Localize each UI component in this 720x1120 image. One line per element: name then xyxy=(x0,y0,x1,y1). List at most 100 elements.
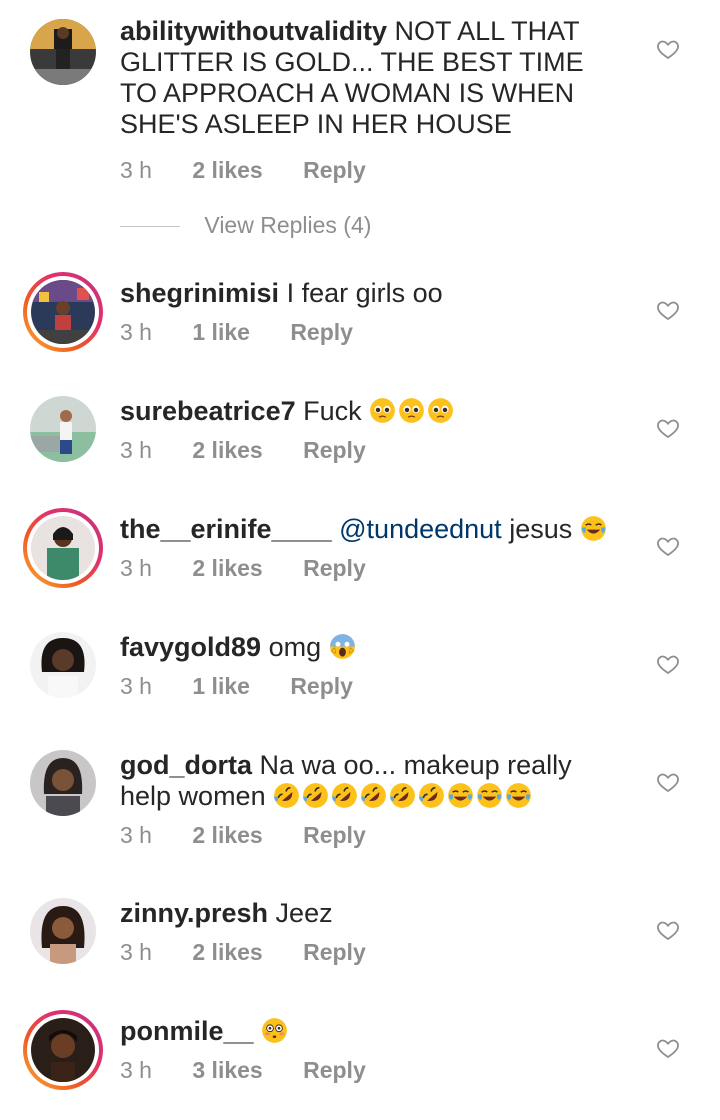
comment-message: jesus xyxy=(509,514,573,544)
comment-message: Jeez xyxy=(275,898,333,928)
avatar-photo xyxy=(31,516,95,580)
pleading-face-emoji-icon xyxy=(428,398,454,423)
avatar-photo xyxy=(30,632,96,698)
screaming-face-emoji-icon xyxy=(329,634,355,659)
comment-meta: 3 h 2 likes Reply xyxy=(120,156,620,184)
heart-icon[interactable] xyxy=(656,652,680,676)
comment-meta: 3 h 2 likes Reply xyxy=(120,821,620,849)
timestamp: 3 h xyxy=(120,157,152,183)
comment-body: the__erinife____ @tundeednut jesus 3 h 2… xyxy=(120,514,620,582)
rolling-laughing-emoji-icon xyxy=(390,783,415,808)
avatar[interactable] xyxy=(23,1010,103,1090)
heart-icon[interactable] xyxy=(656,918,680,942)
heart-icon[interactable] xyxy=(656,416,680,440)
avatar[interactable] xyxy=(23,272,103,352)
comment-body: ponmile__ 3 h 3 likes Reply xyxy=(120,1016,620,1084)
avatar-photo xyxy=(30,19,96,85)
username[interactable]: zinny.presh xyxy=(120,898,268,928)
reply-button[interactable]: Reply xyxy=(303,1057,366,1083)
username[interactable]: god_dorta xyxy=(120,750,252,780)
comment-meta: 3 h 3 likes Reply xyxy=(120,1056,620,1084)
comment-message: Fuck xyxy=(303,396,362,426)
avatar-photo xyxy=(30,396,96,462)
avatar[interactable] xyxy=(30,396,96,462)
rolling-laughing-emoji-icon xyxy=(332,783,357,808)
timestamp: 3 h xyxy=(120,822,152,848)
comment-text: shegrinimisi I fear girls oo xyxy=(120,278,620,309)
comment-body: shegrinimisi I fear girls oo 3 h 1 like … xyxy=(120,278,620,346)
comment-meta: 3 h 1 like Reply xyxy=(120,318,620,346)
comment-body: zinny.presh Jeez 3 h 2 likes Reply xyxy=(120,898,620,966)
tears-of-joy-emoji-icon xyxy=(477,783,502,808)
username[interactable]: surebeatrice7 xyxy=(120,396,296,426)
avatar[interactable] xyxy=(30,632,96,698)
avatar-photo xyxy=(31,280,95,344)
heart-icon[interactable] xyxy=(656,298,680,322)
username[interactable]: favygold89 xyxy=(120,632,261,662)
username[interactable]: ponmile__ xyxy=(120,1016,254,1046)
avatar-photo xyxy=(31,1018,95,1082)
avatar[interactable] xyxy=(30,750,96,816)
reply-button[interactable]: Reply xyxy=(303,437,366,463)
comment-meta: 3 h 2 likes Reply xyxy=(120,436,620,464)
avatar-photo xyxy=(30,898,96,964)
username[interactable]: shegrinimisi xyxy=(120,278,279,308)
comment-text: favygold89 omg xyxy=(120,632,620,663)
reply-button[interactable]: Reply xyxy=(290,319,353,345)
reply-button[interactable]: Reply xyxy=(303,939,366,965)
avatar[interactable] xyxy=(23,508,103,588)
pleading-face-emoji-icon xyxy=(370,398,396,423)
view-replies-button[interactable]: View Replies (4) xyxy=(120,212,371,240)
comment-text: god_dorta Na wa oo... makeup really help… xyxy=(120,750,620,812)
likes-count[interactable]: 1 like xyxy=(192,673,250,699)
likes-count[interactable]: 2 likes xyxy=(192,437,262,463)
timestamp: 3 h xyxy=(120,939,152,965)
likes-count[interactable]: 2 likes xyxy=(192,822,262,848)
comment-meta: 3 h 1 like Reply xyxy=(120,672,620,700)
comment-message: I fear girls oo xyxy=(286,278,443,308)
tears-of-joy-emoji-icon xyxy=(448,783,473,808)
timestamp: 3 h xyxy=(120,319,152,345)
likes-count[interactable]: 2 likes xyxy=(192,157,262,183)
pleading-face-emoji-icon xyxy=(399,398,425,423)
reply-button[interactable]: Reply xyxy=(290,673,353,699)
user-mention[interactable]: @tundeednut xyxy=(339,514,502,544)
rolling-laughing-emoji-icon xyxy=(419,783,444,808)
timestamp: 3 h xyxy=(120,1057,152,1083)
comment-text: ponmile__ xyxy=(120,1016,620,1047)
heart-icon[interactable] xyxy=(656,1036,680,1060)
heart-icon[interactable] xyxy=(656,534,680,558)
divider-line xyxy=(120,226,180,228)
flushed-face-emoji-icon xyxy=(262,1018,287,1043)
comment-body: surebeatrice7 Fuck 3 h 2 likes Reply xyxy=(120,396,620,464)
heart-icon[interactable] xyxy=(656,37,680,61)
avatar[interactable] xyxy=(30,19,96,85)
timestamp: 3 h xyxy=(120,555,152,581)
tears-of-joy-emoji-icon xyxy=(580,516,606,541)
reply-button[interactable]: Reply xyxy=(303,555,366,581)
reply-button[interactable]: Reply xyxy=(303,157,366,183)
comment-message: omg xyxy=(268,632,322,662)
comment-meta: 3 h 2 likes Reply xyxy=(120,554,620,582)
username[interactable]: abilitywithoutvalidity xyxy=(120,16,387,46)
heart-icon[interactable] xyxy=(656,770,680,794)
reply-button[interactable]: Reply xyxy=(303,822,366,848)
likes-count[interactable]: 1 like xyxy=(192,319,250,345)
likes-count[interactable]: 2 likes xyxy=(192,939,262,965)
rolling-laughing-emoji-icon xyxy=(274,783,299,808)
comment-body: god_dorta Na wa oo... makeup really help… xyxy=(120,750,620,849)
avatar-ring-gap xyxy=(27,512,99,584)
comment-body: favygold89 omg 3 h 1 like Reply xyxy=(120,632,620,700)
timestamp: 3 h xyxy=(120,673,152,699)
comment-text: surebeatrice7 Fuck xyxy=(120,396,620,427)
avatar-photo xyxy=(30,750,96,816)
view-replies-label: View Replies (4) xyxy=(204,212,372,238)
username[interactable]: the__erinife____ xyxy=(120,514,332,544)
comment-text: zinny.presh Jeez xyxy=(120,898,620,929)
tears-of-joy-emoji-icon xyxy=(506,783,531,808)
comment-body: abilitywithoutvalidity NOT ALL THAT GLIT… xyxy=(120,16,620,184)
likes-count[interactable]: 2 likes xyxy=(192,555,262,581)
avatar-ring-gap xyxy=(27,276,99,348)
avatar[interactable] xyxy=(30,898,96,964)
likes-count[interactable]: 3 likes xyxy=(192,1057,262,1083)
